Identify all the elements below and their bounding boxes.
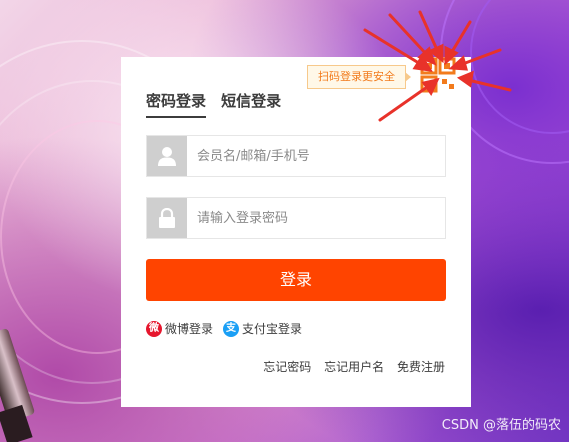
username-input[interactable] — [197, 136, 437, 176]
weibo-login-label: 微博登录 — [165, 322, 214, 336]
watermark: CSDN @落伍的码农 — [441, 418, 561, 433]
tab-password-login[interactable]: 密码登录 — [146, 90, 207, 118]
login-button[interactable]: 登录 — [146, 259, 446, 301]
password-field-wrapper — [146, 197, 446, 239]
alipay-login-label: 支付宝登录 — [242, 322, 303, 336]
annotation-arrows — [363, 10, 512, 122]
lock-icon — [147, 198, 187, 238]
tab-sms-login[interactable]: 短信登录 — [221, 90, 281, 116]
login-tabs: 密码登录 短信登录 — [146, 90, 291, 118]
user-icon — [147, 136, 187, 176]
password-input[interactable] — [197, 198, 437, 238]
alipay-icon: 支 — [223, 320, 239, 337]
forgot-password-link[interactable]: 忘记密码 — [263, 360, 311, 374]
register-link[interactable]: 免费注册 — [397, 360, 445, 374]
weibo-login-link[interactable]: 微微博登录 — [146, 320, 213, 338]
alipay-login-link[interactable]: 支支付宝登录 — [223, 320, 302, 338]
username-field-wrapper — [146, 135, 446, 177]
login-page-background: 扫码登录更安全 密码登录 短信登录 会员名/邮箱/手机号 登录 微 微博登录 支… — [0, 0, 569, 442]
account-links: 忘记密码 忘记用户名 免费注册 — [254, 358, 445, 375]
forgot-username-link[interactable]: 忘记用户名 — [324, 360, 384, 374]
weibo-icon: 微 — [146, 320, 162, 337]
